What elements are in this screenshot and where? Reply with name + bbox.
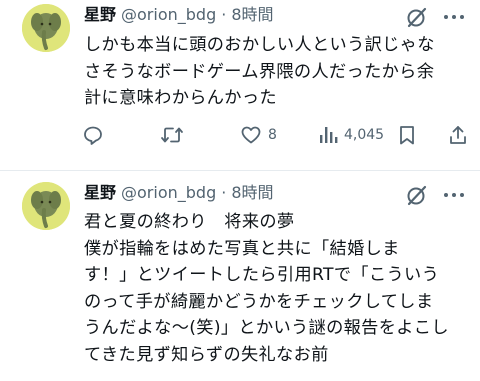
author-name[interactable]: 星野 xyxy=(84,181,116,205)
elephant-avatar-icon xyxy=(22,4,70,52)
reply-button[interactable] xyxy=(82,123,110,147)
more-icon[interactable] xyxy=(442,6,466,28)
avatar[interactable] xyxy=(22,4,70,52)
tweet-text-line: 僕が指輪をはめた写真と共に「結婚しま xyxy=(84,238,400,259)
like-count: 8 xyxy=(268,127,277,143)
timestamp[interactable]: 8時間 xyxy=(231,3,273,27)
heart-icon xyxy=(241,126,261,144)
retweet-button[interactable] xyxy=(160,123,190,147)
tweet-text-line: さそうなボードゲーム界隈の人だったから余 xyxy=(84,61,435,82)
author-handle[interactable]: @orion_bdg xyxy=(121,181,216,205)
views-icon xyxy=(320,127,338,143)
grok-icon[interactable] xyxy=(406,6,428,28)
elephant-avatar-icon xyxy=(22,182,70,230)
tweet-text-line: 計に意味わからんかった xyxy=(84,88,277,108)
tweet[interactable]: 星野 @orion_bdg · 8時間 しかも本当に頭のおかしい人という訳じゃな… xyxy=(0,0,480,170)
bookmark-icon xyxy=(400,126,414,145)
timestamp[interactable]: 8時間 xyxy=(231,181,273,205)
tweet-header: 星野 @orion_bdg · 8時間 xyxy=(84,181,274,205)
retweet-icon xyxy=(161,127,183,143)
tweet[interactable]: 星野 @orion_bdg · 8時間 君と夏の終わり 将来の夢 僕が指輪をはめ… xyxy=(0,171,480,381)
like-button[interactable]: 8 xyxy=(240,123,277,147)
tweet-text-line: てきた見ず知らずの失礼なお前 xyxy=(84,344,329,365)
separator: · xyxy=(221,183,227,202)
author-name[interactable]: 星野 xyxy=(84,3,116,27)
tweet-text: しかも本当に頭のおかしい人という訳じゃな さそうなボードゲーム界隈の人だったから… xyxy=(84,32,470,112)
tweet-actions: 8 4,045 xyxy=(82,123,472,147)
tweet-text-line: うんだよな〜(笑)」とかいう謎の報告をよこし xyxy=(84,318,449,338)
tweet-text-line: す！」とツイートしたら引用RTで「こういう xyxy=(84,265,440,285)
grok-icon[interactable] xyxy=(406,184,428,206)
tweet-text-line: のって手が綺麗かどうかをチェックしてしま xyxy=(84,291,434,312)
views-button[interactable]: 4,045 xyxy=(318,123,384,147)
tweet-header: 星野 @orion_bdg · 8時間 xyxy=(84,3,274,27)
tweet-text: 君と夏の終わり 将来の夢 僕が指輪をはめた写真と共に「結婚しま す！」とツイート… xyxy=(84,209,470,368)
tweet-text-line: しかも本当に頭のおかしい人という訳じゃな xyxy=(84,35,435,55)
bookmark-button[interactable] xyxy=(397,123,417,147)
share-button[interactable] xyxy=(448,123,468,147)
reply-icon xyxy=(84,126,102,145)
separator: · xyxy=(221,5,227,24)
avatar[interactable] xyxy=(22,182,70,230)
share-icon xyxy=(450,126,466,144)
more-icon[interactable] xyxy=(442,184,466,206)
tweet-text-line: 君と夏の終わり 将来の夢 xyxy=(84,212,295,232)
view-count: 4,045 xyxy=(344,127,385,143)
author-handle[interactable]: @orion_bdg xyxy=(121,3,216,27)
